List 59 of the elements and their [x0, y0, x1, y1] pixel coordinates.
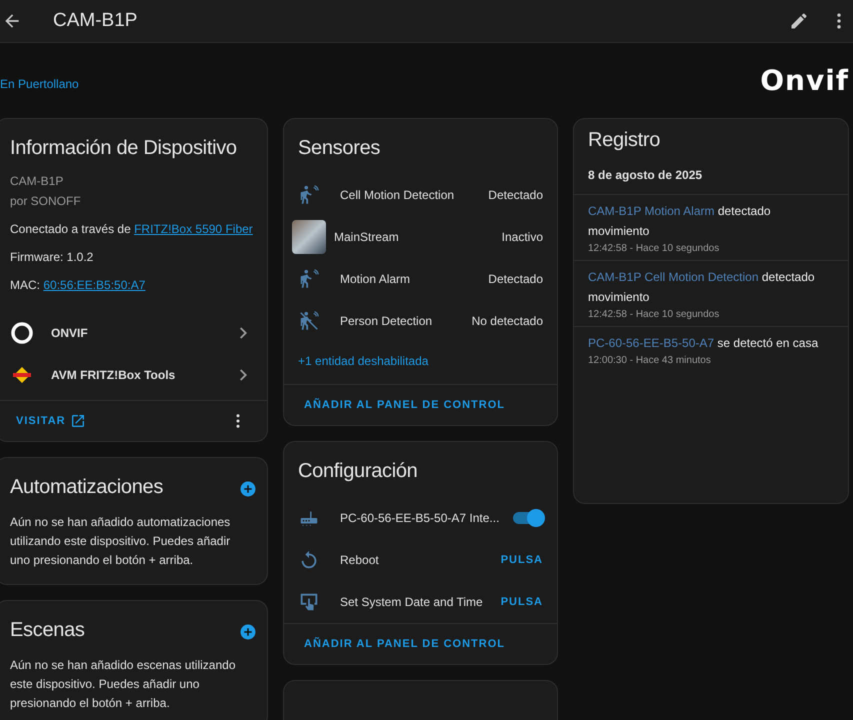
- add-to-dashboard-button[interactable]: AÑADIR AL PANEL DE CONTROL: [294, 634, 515, 654]
- integration-item[interactable]: AVM FRITZ!Box Tools: [0, 354, 267, 396]
- camera-thumbnail[interactable]: [292, 220, 326, 254]
- entity-name[interactable]: Person Detection: [340, 314, 472, 328]
- log-message: PC-60-56-EE-B5-50-A7 se detectó en casa: [588, 335, 820, 352]
- entity-name[interactable]: Cell Motion Detection: [340, 188, 488, 202]
- visit-button[interactable]: VISITAR: [6, 411, 94, 431]
- walking-person-icon: [298, 268, 320, 290]
- chevron-right-icon: [240, 369, 247, 381]
- walking-person-crossed-icon: [298, 310, 320, 332]
- entity-state: Detectado: [488, 188, 543, 202]
- entity-name[interactable]: Motion Alarm: [340, 272, 488, 286]
- area-link[interactable]: En Puertollano: [0, 76, 79, 90]
- add-icon[interactable]: [239, 480, 257, 498]
- card-title: Registro: [588, 129, 662, 152]
- firmware-version: Firmware: 1.0.2: [10, 250, 94, 264]
- press-button[interactable]: PULSA: [500, 596, 543, 608]
- card-title: Automatizaciones: [10, 476, 164, 499]
- log-message: CAM-B1P Motion Alarm detectado movimiento: [588, 203, 772, 240]
- entity-link[interactable]: CAM-B1P Motion Alarm: [588, 204, 714, 218]
- add-to-dashboard-button[interactable]: AÑADIR AL PANEL DE CONTROL: [294, 395, 515, 415]
- entity-state: Detectado: [488, 272, 543, 286]
- mac-link[interactable]: 60:56:EE:B5:50:A7: [43, 278, 146, 292]
- card-title: Información de Dispositivo: [10, 137, 238, 160]
- card-title: Configuración: [298, 460, 419, 483]
- add-icon[interactable]: [239, 623, 257, 641]
- walking-person-icon: [298, 184, 320, 206]
- empty-state-text: Aún no se han añadido automatizaciones utilizando este dispositivo. Puedes añadir uno presionando el botón + arriba.: [10, 514, 232, 569]
- edit-pencil-icon[interactable]: [789, 11, 809, 31]
- chevron-right-icon: [240, 327, 247, 339]
- entity-name[interactable]: PC-60-56-EE-B5-50-A7 Inte...: [340, 511, 513, 525]
- entity-link[interactable]: CAM-B1P Cell Motion Detection: [588, 270, 759, 284]
- card-title: Sensores: [298, 137, 382, 160]
- entity-name[interactable]: Reboot: [340, 553, 501, 567]
- entity-name[interactable]: Set System Date and Time: [340, 595, 501, 609]
- entity-name[interactable]: MainStream: [334, 230, 502, 244]
- log-message: CAM-B1P Cell Motion Detection detectado movimiento: [588, 269, 816, 306]
- entity-link[interactable]: PC-60-56-EE-B5-50-A7: [588, 336, 714, 350]
- touch-screen-icon: [298, 591, 320, 613]
- press-button[interactable]: PULSA: [500, 554, 543, 566]
- log-time: 12:42:58 - Hace 10 segundos: [588, 243, 720, 254]
- ring-logo-icon: [10, 321, 34, 345]
- router-link[interactable]: FRITZ!Box 5590 Fiber: [134, 222, 253, 236]
- log-date: 8 de agosto de 2025: [574, 168, 848, 195]
- brand-logo: Onvif: [760, 64, 849, 97]
- card-title: Escenas: [10, 619, 85, 642]
- log-time: 12:42:58 - Hace 10 segundos: [588, 309, 720, 320]
- entity-state: Inactivo: [502, 230, 543, 244]
- device-model: CAM-B1P: [10, 174, 64, 188]
- mac-address: MAC: 60:56:EE:B5:50:A7: [10, 278, 146, 292]
- device-manufacturer: por SONOFF: [10, 194, 82, 208]
- empty-state-text: Aún no se han añadido escenas utilizando este dispositivo. Puedes añadir uno presionando el botón + arriba.: [10, 657, 237, 712]
- box-arrow-icon: [72, 415, 84, 427]
- entity-state: No detectado: [472, 314, 543, 328]
- toggle-switch[interactable]: [513, 512, 543, 524]
- log-time: 12:00:30 - Hace 43 minutos: [588, 355, 712, 366]
- integration-item[interactable]: ONVIF: [0, 312, 267, 354]
- page-title: CAM-B1P: [53, 10, 138, 32]
- connection-info: Conectado a través de FRITZ!Box 5590 Fiber: [10, 222, 253, 236]
